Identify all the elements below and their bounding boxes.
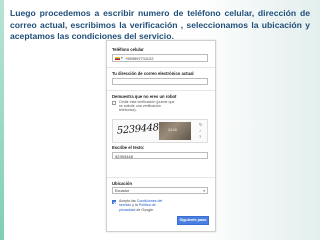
captcha-input[interactable]: 52393448 [112,152,208,159]
signup-form-screenshot: Teléfono celular ▾ +593997711122 Tu dire… [106,40,216,232]
captcha-house-number: 3448 [168,127,177,132]
help-icon[interactable]: ? [199,134,201,139]
skip-verification-text: Omitir esta verificación (puede que se s… [119,100,175,113]
refresh-icon[interactable]: ↻ [199,122,202,127]
accept-suffix: de Google. [135,207,154,212]
next-step-button[interactable]: Siguiente paso [177,216,209,225]
divider [107,67,215,68]
slide-caption: Luego procedemos a escribir numero de te… [10,8,310,41]
email-field[interactable] [112,78,208,85]
skip-verification-checkbox[interactable] [112,101,116,105]
email-label: Tu dirección de correo electrónico actua… [112,71,194,76]
phone-field[interactable]: ▾ +593997711122 [112,54,208,62]
captcha-word: 5239448 [116,122,160,137]
flag-icon[interactable] [115,57,120,60]
location-select[interactable]: Ecuador ▾ [112,187,208,194]
captcha-input-value: 52393448 [115,154,133,160]
location-label: Ubicación [112,181,133,186]
divider [107,177,215,178]
accept-terms-checkbox[interactable] [112,200,116,204]
audio-icon[interactable]: ♪ [199,128,201,133]
chevron-down-icon[interactable]: ▾ [203,189,205,193]
phone-value: +593997711122 [125,56,154,62]
phone-label: Teléfono celular [112,47,144,52]
captcha-house-photo: 3448 [159,122,191,140]
type-text-label: Escribe el texto: [112,145,145,150]
accept-terms-text: Acepto las Condiciones del servicio y la… [119,199,169,212]
chevron-down-icon[interactable]: ▾ [121,56,123,60]
location-value: Ecuador [115,188,130,193]
slide-accent-bar [0,0,4,240]
robot-label: Demuestra que no eres un robot [112,94,177,99]
captcha-image: 5239448 3448 ↻ ♪ ? [112,119,208,143]
divider [107,90,215,91]
